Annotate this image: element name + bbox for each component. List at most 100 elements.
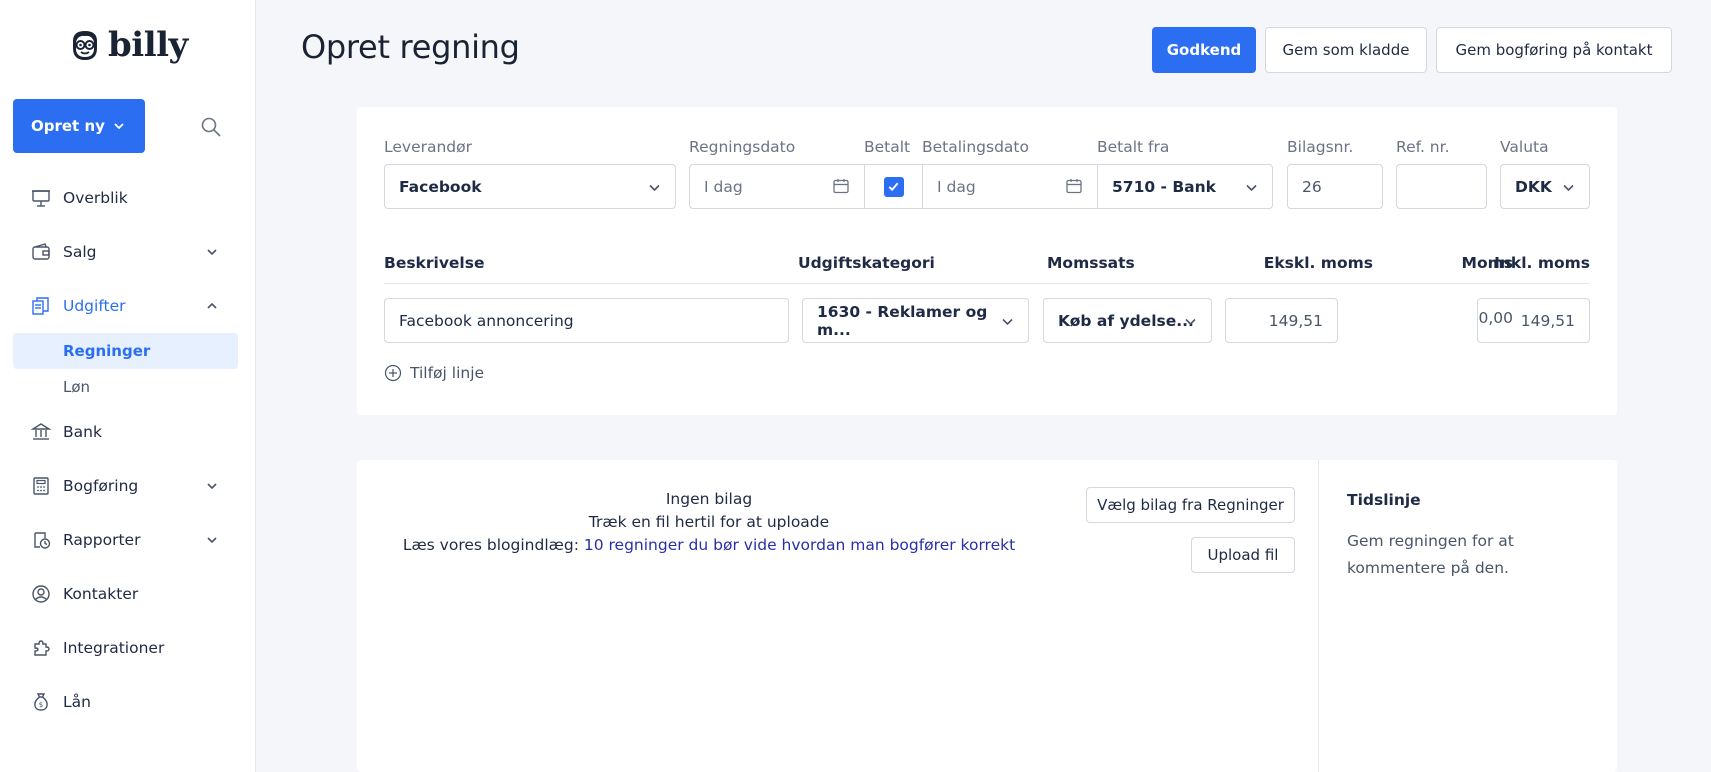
approve-button[interactable]: Godkend bbox=[1152, 27, 1256, 73]
save-posting-on-contact-button[interactable]: Gem bogføring på kontakt bbox=[1436, 27, 1672, 73]
line-description-input[interactable]: Facebook annoncering bbox=[384, 298, 789, 343]
sidebar-item-label: Bogføring bbox=[63, 477, 139, 495]
sidebar-item-loen[interactable]: Løn bbox=[13, 369, 238, 405]
voucher-no-label: Bilagsnr. bbox=[1287, 138, 1354, 156]
user-circle-icon bbox=[31, 584, 51, 604]
save-draft-button[interactable]: Gem som kladde bbox=[1265, 27, 1427, 73]
add-line-label: Tilføj linje bbox=[410, 364, 485, 382]
line-category-select[interactable]: 1630 - Reklamer og m... bbox=[802, 298, 1029, 343]
sidebar-item-salg[interactable]: Salg bbox=[13, 225, 238, 279]
table-divider bbox=[384, 283, 1590, 284]
sidebar-item-rapporter[interactable]: Rapporter bbox=[13, 513, 238, 567]
calendar-icon bbox=[1066, 179, 1082, 194]
paid-from-label: Betalt fra bbox=[1097, 138, 1170, 156]
paid-label: Betalt bbox=[864, 138, 911, 156]
sidebar-item-label: Udgifter bbox=[63, 297, 126, 315]
bill-date-field[interactable]: I dag bbox=[689, 164, 865, 209]
line-vat-rate-select[interactable]: Køb af ydelse... bbox=[1043, 298, 1212, 343]
currency-select[interactable]: DKK bbox=[1500, 164, 1590, 209]
chevron-down-icon bbox=[1246, 184, 1257, 192]
line-incl-vat-value: 149,51 bbox=[1520, 311, 1575, 330]
line-excl-vat-input[interactable]: 149,51 bbox=[1225, 298, 1338, 343]
sidebar-item-label: Bank bbox=[63, 423, 102, 441]
page-title: Opret regning bbox=[301, 28, 520, 66]
money-bag-icon: $ bbox=[31, 692, 51, 712]
ref-no-input[interactable] bbox=[1396, 164, 1487, 209]
sidebar-item-label: Overblik bbox=[63, 189, 128, 207]
sidebar-item-laan[interactable]: $ Lån bbox=[13, 675, 238, 729]
sidebar-item-bogfoering[interactable]: Bogføring bbox=[13, 459, 238, 513]
chevron-down-icon bbox=[114, 123, 124, 130]
voucher-no-value: 26 bbox=[1302, 177, 1322, 196]
payment-date-field[interactable]: I dag bbox=[922, 164, 1098, 209]
choose-attachment-button[interactable]: Vælg bilag fra Regninger bbox=[1086, 487, 1295, 523]
create-new-button[interactable]: Opret ny bbox=[13, 99, 145, 153]
chevron-down-icon bbox=[207, 249, 217, 256]
add-line-button[interactable]: Tilføj linje bbox=[384, 364, 484, 382]
logo-text: billy bbox=[108, 25, 188, 65]
blog-line: Læs vores blogindlæg: 10 regninger du bø… bbox=[357, 534, 1061, 557]
sidebar-item-integrationer[interactable]: Integrationer bbox=[13, 621, 238, 675]
report-clock-icon bbox=[31, 530, 51, 550]
voucher-no-input[interactable]: 26 bbox=[1287, 164, 1383, 209]
sidebar-item-label: Salg bbox=[63, 243, 97, 261]
calendar-icon bbox=[833, 179, 849, 194]
upload-file-button[interactable]: Upload fil bbox=[1191, 537, 1295, 573]
col-excl-vat-header: Ekskl. moms bbox=[1263, 254, 1373, 272]
line-incl-vat-input[interactable]: 149,51 bbox=[1477, 298, 1590, 343]
bill-date-label: Regningsdato bbox=[689, 138, 796, 156]
logo[interactable]: billy bbox=[68, 28, 188, 62]
plus-circle-icon bbox=[384, 364, 402, 382]
blog-link[interactable]: 10 regninger du bør vide hvordan man bog… bbox=[584, 536, 1015, 554]
bank-icon bbox=[31, 422, 51, 442]
supplier-value: Facebook bbox=[399, 177, 482, 196]
timeline-text: Gem regningen for at kommentere på den. bbox=[1347, 532, 1514, 577]
sidebar-item-bank[interactable]: Bank bbox=[13, 405, 238, 459]
currency-label: Valuta bbox=[1500, 138, 1549, 156]
no-attachments-text: Ingen bilag bbox=[665, 490, 753, 508]
col-description-header: Beskrivelse bbox=[384, 254, 485, 272]
col-incl-vat-header: Inkl. moms bbox=[1494, 254, 1590, 272]
billy-logo-icon bbox=[73, 31, 97, 60]
chevron-down-icon bbox=[1002, 318, 1013, 326]
create-new-label: Opret ny bbox=[31, 117, 105, 135]
col-category-header: Udgiftskategori bbox=[798, 254, 935, 272]
supplier-select[interactable]: Facebook bbox=[384, 164, 676, 209]
chevron-down-icon bbox=[649, 184, 660, 192]
sidebar-item-label: Lån bbox=[63, 693, 91, 711]
paid-from-select[interactable]: 5710 - Bank bbox=[1097, 164, 1273, 209]
receipts-icon bbox=[31, 296, 51, 316]
col-vat-rate-header: Momssats bbox=[1047, 254, 1135, 272]
paid-from-value: 5710 - Bank bbox=[1112, 177, 1216, 196]
sidebar-item-label: Rapporter bbox=[63, 531, 141, 549]
ref-no-label: Ref. nr. bbox=[1396, 138, 1450, 156]
checkmark-icon bbox=[883, 176, 904, 197]
timeline-title: Tidslinje bbox=[1347, 491, 1421, 509]
attachments-card: Ingen bilag Træk en fil hertil for at up… bbox=[357, 460, 1617, 772]
sidebar-item-label: Kontakter bbox=[63, 585, 139, 603]
paid-checkbox[interactable] bbox=[864, 164, 923, 209]
sidebar-item-overblik[interactable]: Overblik bbox=[13, 171, 238, 225]
line-description-value: Facebook annoncering bbox=[399, 311, 574, 330]
timeline-divider bbox=[1318, 460, 1319, 772]
attachment-dropzone[interactable]: Ingen bilag Træk en fil hertil for at up… bbox=[357, 488, 1061, 557]
line-category-value: 1630 - Reklamer og m... bbox=[817, 302, 988, 339]
sidebar-item-kontakter[interactable]: Kontakter bbox=[13, 567, 238, 621]
sidebar-item-udgifter[interactable]: Udgifter bbox=[13, 279, 238, 333]
payment-date-label: Betalingsdato bbox=[922, 138, 1029, 156]
svg-text:$: $ bbox=[39, 701, 43, 709]
bill-date-value: I dag bbox=[704, 177, 743, 196]
chevron-down-icon bbox=[1563, 184, 1574, 192]
currency-value: DKK bbox=[1515, 177, 1552, 196]
line-vat-rate-value: Køb af ydelse... bbox=[1058, 311, 1194, 330]
line-excl-vat-value: 149,51 bbox=[1268, 311, 1323, 330]
sidebar-item-regninger[interactable]: Regninger bbox=[13, 333, 238, 369]
blog-prefix: Læs vores blogindlæg: bbox=[402, 536, 584, 554]
search-icon[interactable] bbox=[200, 116, 222, 138]
chevron-down-icon bbox=[1185, 318, 1196, 326]
wallet-icon bbox=[31, 242, 51, 262]
sidebar: billy Opret ny Overblik Salg Udgifter Re… bbox=[0, 0, 256, 772]
bill-form-card: Leverandør Regningsdato Betalt Betalings… bbox=[357, 107, 1617, 415]
sidebar-item-label: Integrationer bbox=[63, 639, 165, 657]
payment-date-value: I dag bbox=[937, 177, 976, 196]
